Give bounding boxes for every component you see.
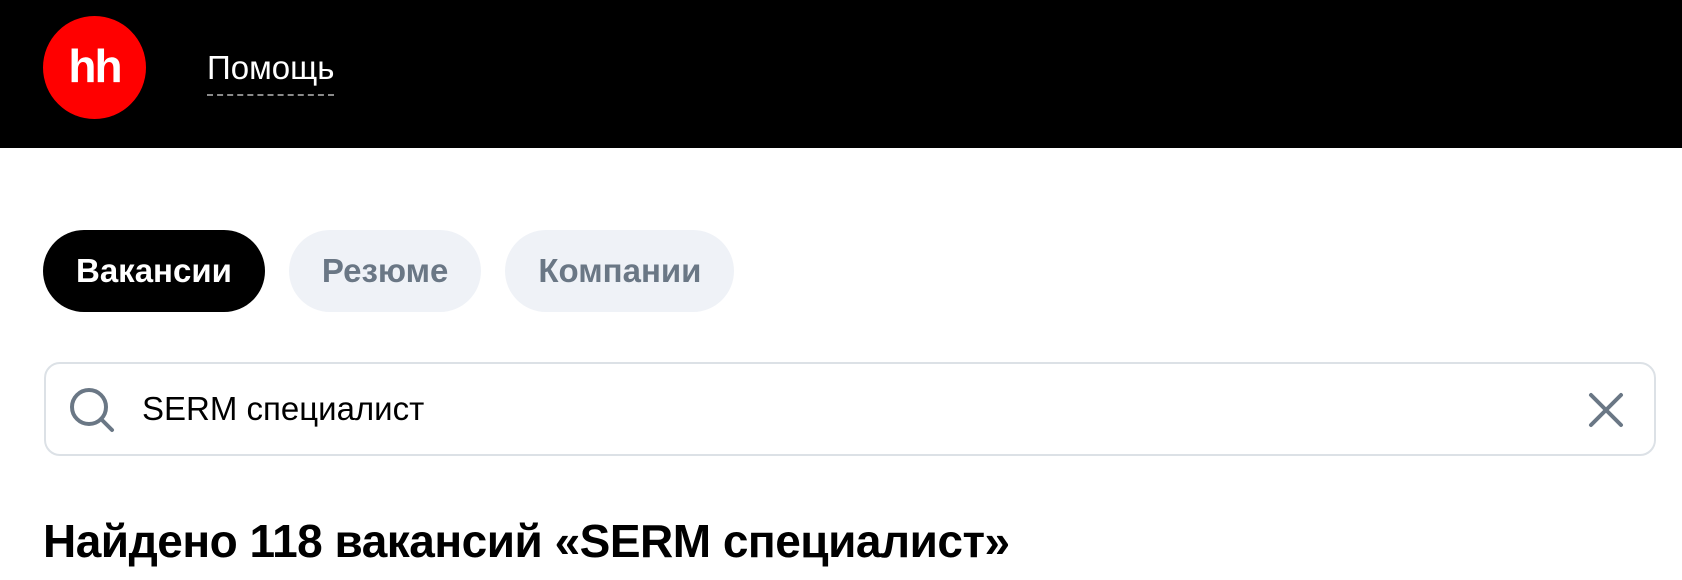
tab-companies[interactable]: Компании	[505, 230, 735, 312]
search-input[interactable]	[142, 378, 1542, 440]
search-type-tabs: Вакансии Резюме Компании	[43, 230, 735, 312]
logo-text: hh	[68, 39, 122, 92]
help-link[interactable]: Помощь	[207, 46, 335, 96]
tab-vacancies[interactable]: Вакансии	[43, 230, 265, 312]
search-box	[44, 362, 1656, 456]
results-title: Найдено 118 вакансий «SERM специалист»	[43, 515, 1010, 567]
close-icon[interactable]	[1586, 390, 1626, 430]
top-header: hh Помощь	[0, 0, 1682, 148]
search-icon	[70, 388, 114, 432]
tab-resumes[interactable]: Резюме	[288, 230, 482, 312]
hh-logo[interactable]: hh	[43, 16, 146, 119]
